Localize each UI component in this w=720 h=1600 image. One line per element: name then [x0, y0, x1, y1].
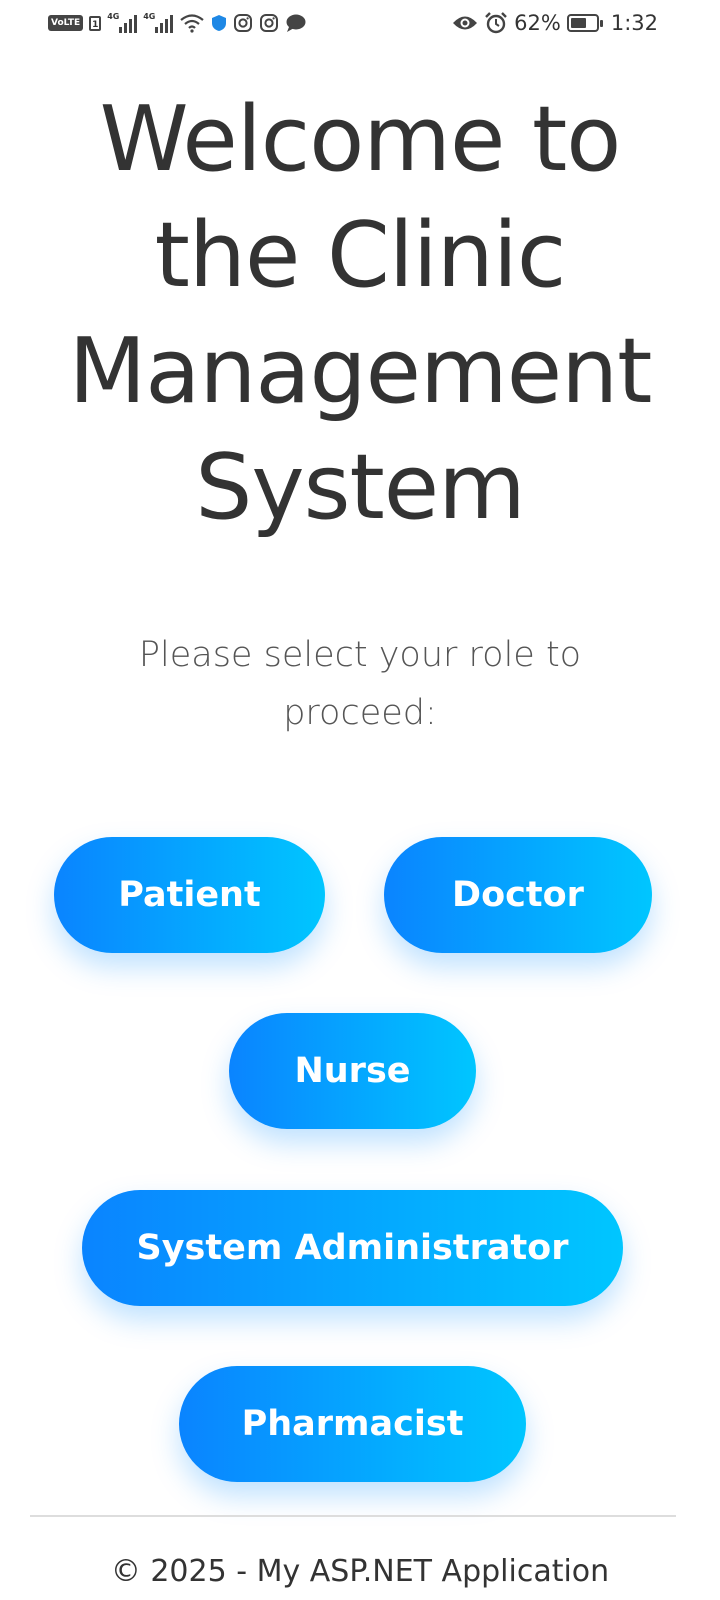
page-title: Welcome to the Clinic Management System [68, 87, 653, 540]
nurse-button[interactable]: Nurse [229, 1013, 476, 1129]
network-type-label: 4G [143, 12, 156, 21]
alarm-icon [484, 12, 508, 34]
instagram-icon [259, 13, 279, 33]
instagram-icon [233, 13, 253, 33]
system-administrator-button[interactable]: System Administrator [82, 1190, 623, 1306]
network-type-label: 4G [107, 12, 120, 21]
role-prompt: Please select your role to proceed: [138, 635, 582, 733]
pharmacist-button[interactable]: Pharmacist [179, 1366, 526, 1482]
wifi-icon [179, 13, 205, 33]
doctor-button[interactable]: Doctor [384, 837, 652, 953]
status-bar: VoLTE 1 4G 4G 62% 1:32 [0, 0, 720, 46]
battery-level-fill [570, 18, 586, 28]
signal-icon: 4G [143, 12, 174, 33]
footer-divider [30, 1515, 676, 1517]
chat-bubble-icon [285, 13, 307, 33]
battery-icon [566, 14, 603, 32]
sim-icon: 1 [89, 15, 102, 31]
battery-percent: 62% [514, 11, 561, 35]
status-bar-right: 62% 1:32 [452, 10, 658, 36]
screen: VoLTE 1 4G 4G 62% 1:32 Welcome to the Cl… [0, 0, 720, 1600]
footer-copyright: © 2025 - My ASP.NET Application [110, 1554, 610, 1589]
status-bar-left: VoLTE 1 4G 4G [48, 10, 307, 36]
clock: 1:32 [610, 11, 658, 35]
patient-button[interactable]: Patient [54, 837, 325, 953]
signal-icon: 4G [107, 12, 138, 33]
volte-icon: VoLTE [48, 15, 84, 31]
eye-icon [452, 14, 478, 32]
shield-icon [211, 14, 227, 32]
